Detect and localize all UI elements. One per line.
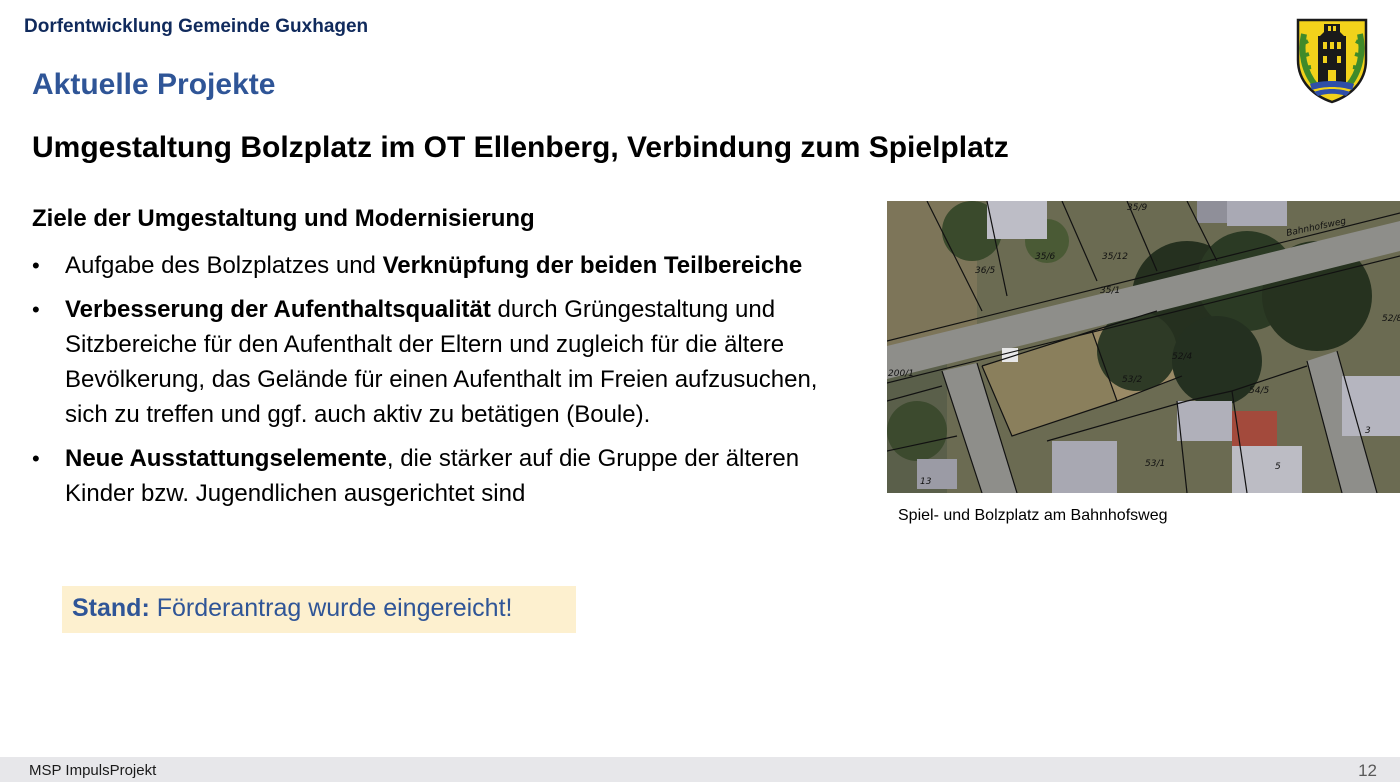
goal-emphasis: Verknüpfung der beiden Teilbereiche [382, 252, 803, 279]
status-label: Stand: [72, 594, 150, 622]
map-parcel-label: 36/5 [975, 266, 995, 276]
footer-bar: MSP ImpulsProjekt 12 [0, 757, 1400, 782]
image-caption: Spiel- und Bolzplatz am Bahnhofsweg [898, 507, 1168, 524]
goal-emphasis: Verbesserung der Aufenthaltsqualität [65, 296, 491, 323]
goal-text: Aufgabe des Bolzplatzes und [65, 252, 383, 279]
goal-emphasis: Neue Ausstattungselemente [65, 445, 387, 472]
footer-text: MSP ImpulsProjekt [29, 762, 157, 779]
map-parcel-label: 35/1 [1100, 286, 1120, 296]
goals-list: • Aufgabe des Bolzplatzes und Verknüpfun… [32, 248, 862, 520]
goals-heading: Ziele der Umgestaltung und Modernisierun… [32, 205, 535, 232]
map-parcel-label: 52/8 [1382, 314, 1400, 324]
status-box: Stand: Förderantrag wurde eingereicht! [62, 586, 576, 633]
map-parcel-label: 53/1 [1145, 459, 1165, 469]
map-parcel-label: 200/1 [888, 369, 914, 379]
map-parcel-label: 13 [920, 477, 932, 487]
map-parcel-label: 35/12 [1102, 252, 1128, 262]
project-title: Umgestaltung Bolzplatz im OT Ellenberg, … [32, 131, 1009, 164]
bullet-icon: • [32, 446, 40, 471]
map-parcel-label: 53/2 [1122, 375, 1142, 385]
bullet-icon: • [32, 253, 40, 278]
map-parcel-label: 3 [1365, 426, 1371, 436]
goal-item-1: • Aufgabe des Bolzplatzes und Verknüpfun… [32, 248, 862, 283]
map-parcel-label: 5 [1275, 462, 1281, 472]
map-parcel-label: 35/9 [1127, 203, 1147, 213]
coat-of-arms-icon [1296, 18, 1368, 104]
status-text: Förderantrag wurde eingereicht! [149, 594, 513, 622]
map-parcel-label: 54/5 [1249, 386, 1269, 396]
section-title: Aktuelle Projekte [32, 68, 276, 101]
org-title: Dorfentwicklung Gemeinde Guxhagen [24, 16, 369, 37]
goal-item-2: • Verbesserung der Aufenthaltsqualität d… [32, 292, 862, 432]
bullet-icon: • [32, 297, 40, 322]
map-parcel-label: 52/4 [1172, 352, 1192, 362]
map-parcel-label: 35/6 [1035, 252, 1055, 262]
goal-item-3: • Neue Ausstattungselemente, die stärker… [32, 441, 862, 511]
aerial-map-image: Bahnhofsweg 35/9 35/12 35/6 36/5 35/1 52… [887, 201, 1400, 493]
page-number: 12 [1358, 761, 1377, 780]
